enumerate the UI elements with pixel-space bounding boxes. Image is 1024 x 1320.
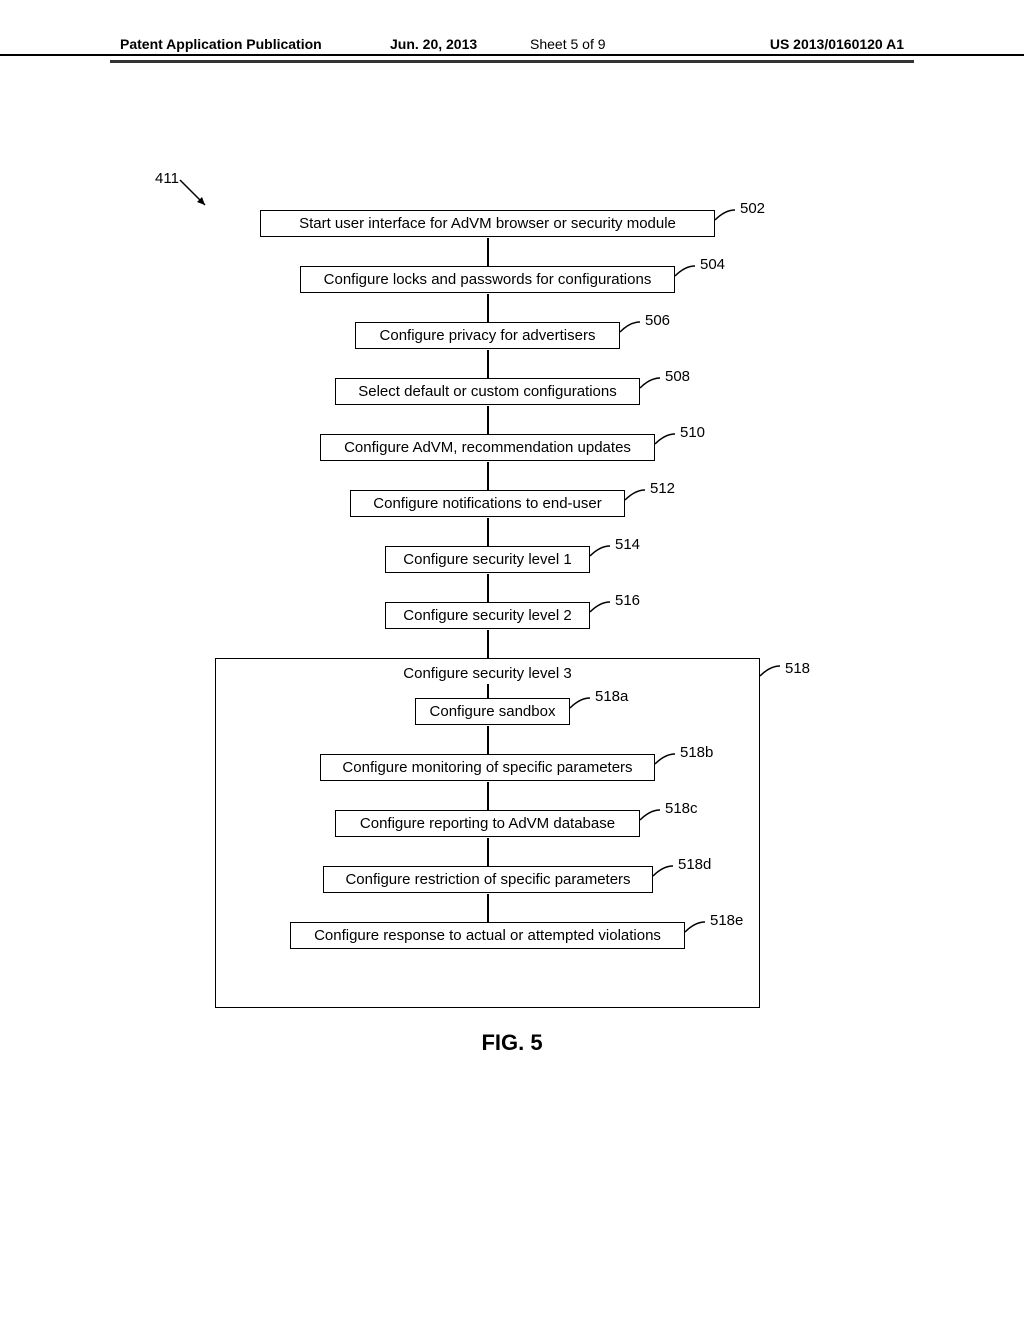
conn-514-516 (487, 574, 489, 602)
ref-518a: 518a (595, 688, 628, 705)
ref-518e: 518e (710, 912, 743, 929)
conn-c-d (487, 838, 489, 866)
ref-411: 411 (155, 170, 179, 187)
step-512: Configure notifications to end-user (350, 490, 625, 517)
patent-figure-page: Patent Application Publication Jun. 20, … (0, 0, 1024, 1320)
ref-504: 504 (700, 256, 725, 273)
conn-512-514 (487, 518, 489, 546)
conn-d-e (487, 894, 489, 922)
step-508: Select default or custom configurations (335, 378, 640, 405)
conn-b-c (487, 782, 489, 810)
header-publication: Patent Application Publication (120, 36, 322, 52)
step-514: Configure security level 1 (385, 546, 590, 573)
step-506: Configure privacy for advertisers (355, 322, 620, 349)
step-518c: Configure reporting to AdVM database (335, 810, 640, 837)
ref-510: 510 (680, 424, 705, 441)
ref-512: 512 (650, 480, 675, 497)
step-518a: Configure sandbox (415, 698, 570, 725)
conn-502-504 (487, 238, 489, 266)
conn-518-a (487, 684, 489, 698)
conn-510-512 (487, 462, 489, 490)
header-rule (110, 60, 914, 63)
header-sheet: Sheet 5 of 9 (530, 36, 606, 52)
ref-508: 508 (665, 368, 690, 385)
ref-506: 506 (645, 312, 670, 329)
step-518b: Configure monitoring of specific paramet… (320, 754, 655, 781)
ref-514: 514 (615, 536, 640, 553)
conn-516-518 (487, 630, 489, 658)
step-510: Configure AdVM, recommendation updates (320, 434, 655, 461)
conn-508-510 (487, 406, 489, 434)
ref-518b: 518b (680, 744, 713, 761)
step-502: Start user interface for AdVM browser or… (260, 210, 715, 237)
figure-caption: FIG. 5 (0, 1030, 1024, 1056)
header-date: Jun. 20, 2013 (390, 36, 477, 52)
header-pubno: US 2013/0160120 A1 (770, 36, 904, 52)
ref-518c: 518c (665, 800, 698, 817)
step-504: Configure locks and passwords for config… (300, 266, 675, 293)
step-518d: Configure restriction of specific parame… (323, 866, 653, 893)
arrow-411 (180, 180, 220, 223)
conn-504-506 (487, 294, 489, 322)
ref-502: 502 (740, 200, 765, 217)
conn-506-508 (487, 350, 489, 378)
ref-518d: 518d (678, 856, 711, 873)
page-header: Patent Application Publication Jun. 20, … (0, 36, 1024, 56)
step-516: Configure security level 2 (385, 602, 590, 629)
conn-a-b (487, 726, 489, 754)
ref-518: 518 (785, 660, 810, 677)
step-518-title: Configure security level 3 (216, 665, 759, 682)
ref-516: 516 (615, 592, 640, 609)
step-518e: Configure response to actual or attempte… (290, 922, 685, 949)
